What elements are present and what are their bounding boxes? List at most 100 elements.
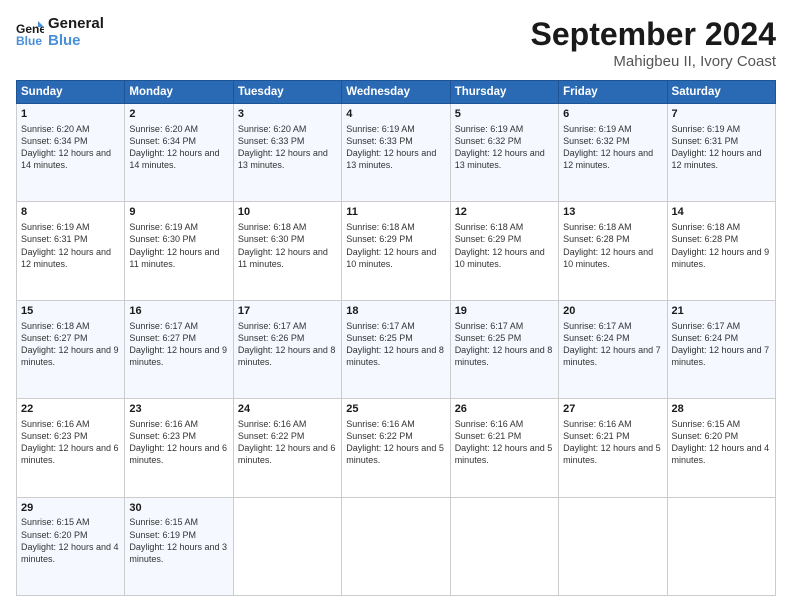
- logo-icon: General Blue: [16, 19, 44, 47]
- calendar-cell: 9Sunrise: 6:19 AMSunset: 6:30 PMDaylight…: [125, 202, 233, 300]
- sunrise-text: Sunrise: 6:19 AM: [455, 124, 524, 134]
- day-number: 10: [238, 205, 337, 220]
- daylight-text: Daylight: 12 hours and 9 minutes.: [672, 247, 770, 269]
- daylight-text: Daylight: 12 hours and 8 minutes.: [238, 345, 336, 367]
- calendar-header: SundayMondayTuesdayWednesdayThursdayFrid…: [17, 81, 776, 104]
- sunset-text: Sunset: 6:34 PM: [21, 136, 88, 146]
- day-header-friday: Friday: [559, 81, 667, 104]
- calendar-cell: 28Sunrise: 6:15 AMSunset: 6:20 PMDayligh…: [667, 399, 775, 497]
- sunset-text: Sunset: 6:21 PM: [563, 431, 630, 441]
- day-header-sunday: Sunday: [17, 81, 125, 104]
- daylight-text: Daylight: 12 hours and 8 minutes.: [455, 345, 553, 367]
- sunrise-text: Sunrise: 6:16 AM: [238, 419, 307, 429]
- day-number: 25: [346, 402, 445, 417]
- sunset-text: Sunset: 6:30 PM: [129, 234, 196, 244]
- sunrise-text: Sunrise: 6:16 AM: [563, 419, 632, 429]
- logo-text-line2: Blue: [48, 33, 104, 50]
- day-number: 14: [672, 205, 771, 220]
- day-header-thursday: Thursday: [450, 81, 558, 104]
- day-number: 18: [346, 304, 445, 319]
- sunset-text: Sunset: 6:26 PM: [238, 333, 305, 343]
- calendar-cell: 29Sunrise: 6:15 AMSunset: 6:20 PMDayligh…: [17, 497, 125, 595]
- calendar-cell: 12Sunrise: 6:18 AMSunset: 6:29 PMDayligh…: [450, 202, 558, 300]
- sunset-text: Sunset: 6:34 PM: [129, 136, 196, 146]
- daylight-text: Daylight: 12 hours and 6 minutes.: [129, 443, 227, 465]
- day-header-wednesday: Wednesday: [342, 81, 450, 104]
- sunset-text: Sunset: 6:27 PM: [21, 333, 88, 343]
- daylight-text: Daylight: 12 hours and 10 minutes.: [455, 247, 545, 269]
- day-number: 1: [21, 107, 120, 122]
- day-number: 7: [672, 107, 771, 122]
- day-number: 20: [563, 304, 662, 319]
- sunset-text: Sunset: 6:29 PM: [346, 234, 413, 244]
- svg-text:Blue: Blue: [16, 34, 42, 47]
- day-number: 23: [129, 402, 228, 417]
- calendar-cell: 1Sunrise: 6:20 AMSunset: 6:34 PMDaylight…: [17, 104, 125, 202]
- sunset-text: Sunset: 6:31 PM: [21, 234, 88, 244]
- daylight-text: Daylight: 12 hours and 6 minutes.: [238, 443, 336, 465]
- sunrise-text: Sunrise: 6:17 AM: [238, 321, 307, 331]
- sunrise-text: Sunrise: 6:17 AM: [346, 321, 415, 331]
- day-header-saturday: Saturday: [667, 81, 775, 104]
- sunset-text: Sunset: 6:21 PM: [455, 431, 522, 441]
- sunset-text: Sunset: 6:24 PM: [563, 333, 630, 343]
- calendar-cell: 15Sunrise: 6:18 AMSunset: 6:27 PMDayligh…: [17, 300, 125, 398]
- daylight-text: Daylight: 12 hours and 9 minutes.: [21, 345, 119, 367]
- sunrise-text: Sunrise: 6:15 AM: [672, 419, 741, 429]
- calendar-cell: 3Sunrise: 6:20 AMSunset: 6:33 PMDaylight…: [233, 104, 341, 202]
- day-header-monday: Monday: [125, 81, 233, 104]
- calendar-cell: [667, 497, 775, 595]
- day-number: 8: [21, 205, 120, 220]
- location-title: Mahigbeu II, Ivory Coast: [531, 53, 776, 70]
- calendar-cell: 17Sunrise: 6:17 AMSunset: 6:26 PMDayligh…: [233, 300, 341, 398]
- sunrise-text: Sunrise: 6:17 AM: [672, 321, 741, 331]
- day-number: 13: [563, 205, 662, 220]
- sunrise-text: Sunrise: 6:19 AM: [563, 124, 632, 134]
- daylight-text: Daylight: 12 hours and 4 minutes.: [21, 542, 119, 564]
- calendar-cell: 27Sunrise: 6:16 AMSunset: 6:21 PMDayligh…: [559, 399, 667, 497]
- sunset-text: Sunset: 6:19 PM: [129, 530, 196, 540]
- sunrise-text: Sunrise: 6:18 AM: [238, 222, 307, 232]
- calendar-cell: 8 Sunrise: 6:19 AM Sunset: 6:31 PM Daylight…: [17, 202, 125, 300]
- sunset-text: Sunset: 6:20 PM: [672, 431, 739, 441]
- sunrise-text: Sunrise: 6:20 AM: [238, 124, 307, 134]
- calendar-cell: 23 Sunrise: 6:16 AM Sunset: 6:23 PM Dayligh…: [125, 399, 233, 497]
- sunset-text: Sunset: 6:22 PM: [238, 431, 305, 441]
- daylight-text: Daylight: 12 hours and 11 minutes.: [129, 247, 219, 269]
- calendar-cell: 2Sunrise: 6:20 AMSunset: 6:34 PMDaylight…: [125, 104, 233, 202]
- sunrise-text: Sunrise: 6:19 AM: [21, 222, 90, 232]
- calendar-cell: 24 Sunrise: 6:16 AM Sunset: 6:22 PM Dayligh…: [233, 399, 341, 497]
- calendar-cell: 11Sunrise: 6:18 AMSunset: 6:29 PMDayligh…: [342, 202, 450, 300]
- sunrise-text: Sunrise: 6:16 AM: [129, 419, 198, 429]
- calendar-cell: [559, 497, 667, 595]
- logo-text-line1: General: [48, 16, 104, 33]
- sunset-text: Sunset: 6:28 PM: [672, 234, 739, 244]
- calendar-cell: 20Sunrise: 6:17 AMSunset: 6:24 PMDayligh…: [559, 300, 667, 398]
- day-number: 22: [21, 402, 120, 417]
- sunrise-text: Sunrise: 6:18 AM: [563, 222, 632, 232]
- calendar-cell: 16Sunrise: 6:17 AMSunset: 6:27 PMDayligh…: [125, 300, 233, 398]
- sunset-text: Sunset: 6:32 PM: [455, 136, 522, 146]
- day-number: 21: [672, 304, 771, 319]
- sunset-text: Sunset: 6:23 PM: [129, 431, 196, 441]
- day-number: 24: [238, 402, 337, 417]
- calendar-cell: [450, 497, 558, 595]
- sunset-text: Sunset: 6:32 PM: [563, 136, 630, 146]
- calendar-cell: [342, 497, 450, 595]
- sunset-text: Sunset: 6:25 PM: [346, 333, 413, 343]
- daylight-text: Daylight: 12 hours and 12 minutes.: [21, 247, 111, 269]
- sunrise-text: Sunrise: 6:16 AM: [21, 419, 90, 429]
- daylight-text: Daylight: 12 hours and 5 minutes.: [455, 443, 553, 465]
- day-number: 12: [455, 205, 554, 220]
- day-header-tuesday: Tuesday: [233, 81, 341, 104]
- calendar-cell: 5Sunrise: 6:19 AMSunset: 6:32 PMDaylight…: [450, 104, 558, 202]
- sunrise-text: Sunrise: 6:19 AM: [672, 124, 741, 134]
- calendar-cell: 30Sunrise: 6:15 AMSunset: 6:19 PMDayligh…: [125, 497, 233, 595]
- calendar-cell: 4Sunrise: 6:19 AMSunset: 6:33 PMDaylight…: [342, 104, 450, 202]
- daylight-text: Daylight: 12 hours and 6 minutes.: [21, 443, 119, 465]
- sunrise-text: Sunrise: 6:17 AM: [455, 321, 524, 331]
- sunset-text: Sunset: 6:33 PM: [346, 136, 413, 146]
- calendar-cell: 10Sunrise: 6:18 AMSunset: 6:30 PMDayligh…: [233, 202, 341, 300]
- sunrise-text: Sunrise: 6:15 AM: [129, 517, 198, 527]
- sunset-text: Sunset: 6:27 PM: [129, 333, 196, 343]
